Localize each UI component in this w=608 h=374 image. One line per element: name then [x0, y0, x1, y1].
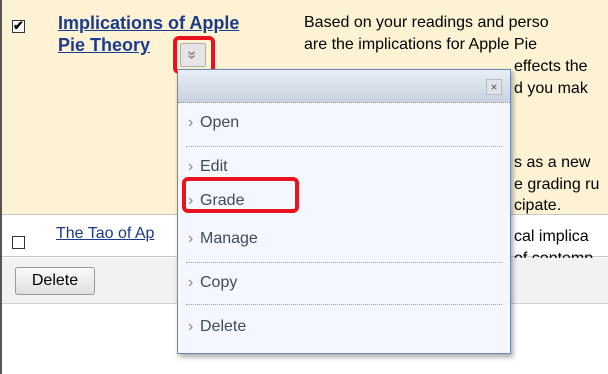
close-icon[interactable]: × [486, 79, 502, 95]
description-line: effects the [514, 58, 588, 75]
menu-item-label: Manage [200, 230, 258, 247]
description-line: e grading ru [514, 176, 600, 193]
description-line: Based on your readings and perso [304, 14, 549, 31]
chevron-right-icon: › [188, 158, 194, 175]
description-line: d you mak [514, 80, 588, 97]
menu-separator [186, 262, 502, 263]
description-line: are the implications for Apple Pie [304, 36, 538, 53]
menu-item-label: Open [200, 114, 240, 131]
highlight-box-grade [182, 177, 299, 213]
description-line: cal implica [514, 228, 589, 245]
description-line: s as a new [514, 154, 591, 171]
menu-separator [186, 304, 502, 305]
menu-item-copy[interactable]: › Copy [178, 266, 510, 302]
item-title-line1: Implications of Apple [58, 13, 240, 33]
menu-item-label: Edit [200, 158, 228, 175]
delete-button[interactable]: Delete [15, 267, 95, 295]
menu-item-label: Copy [200, 274, 238, 291]
chevron-right-icon: › [188, 114, 194, 131]
item-title-link-2[interactable]: The Tao of Ap [56, 225, 154, 243]
chevron-right-icon: › [188, 274, 194, 291]
chevron-right-icon: › [188, 230, 194, 247]
checkmark-icon: ✔ [13, 18, 24, 33]
description-line: cipate. [514, 197, 562, 214]
chevron-right-icon: › [188, 318, 194, 335]
menu-item-open[interactable]: › Open [178, 106, 510, 142]
menu-item-label: Delete [200, 318, 247, 335]
item-title-link[interactable]: Implications of Apple Pie Theory [58, 12, 278, 56]
menu-item-delete[interactable]: › Delete [178, 310, 510, 346]
row-checkbox-checked[interactable]: ✔ [12, 18, 25, 33]
menu-item-manage[interactable]: › Manage [178, 222, 510, 258]
context-menu-header: × [178, 70, 510, 103]
row-checkbox[interactable] [12, 236, 25, 249]
item-title-line2: Pie Theory [58, 35, 151, 55]
menu-separator [186, 146, 502, 147]
